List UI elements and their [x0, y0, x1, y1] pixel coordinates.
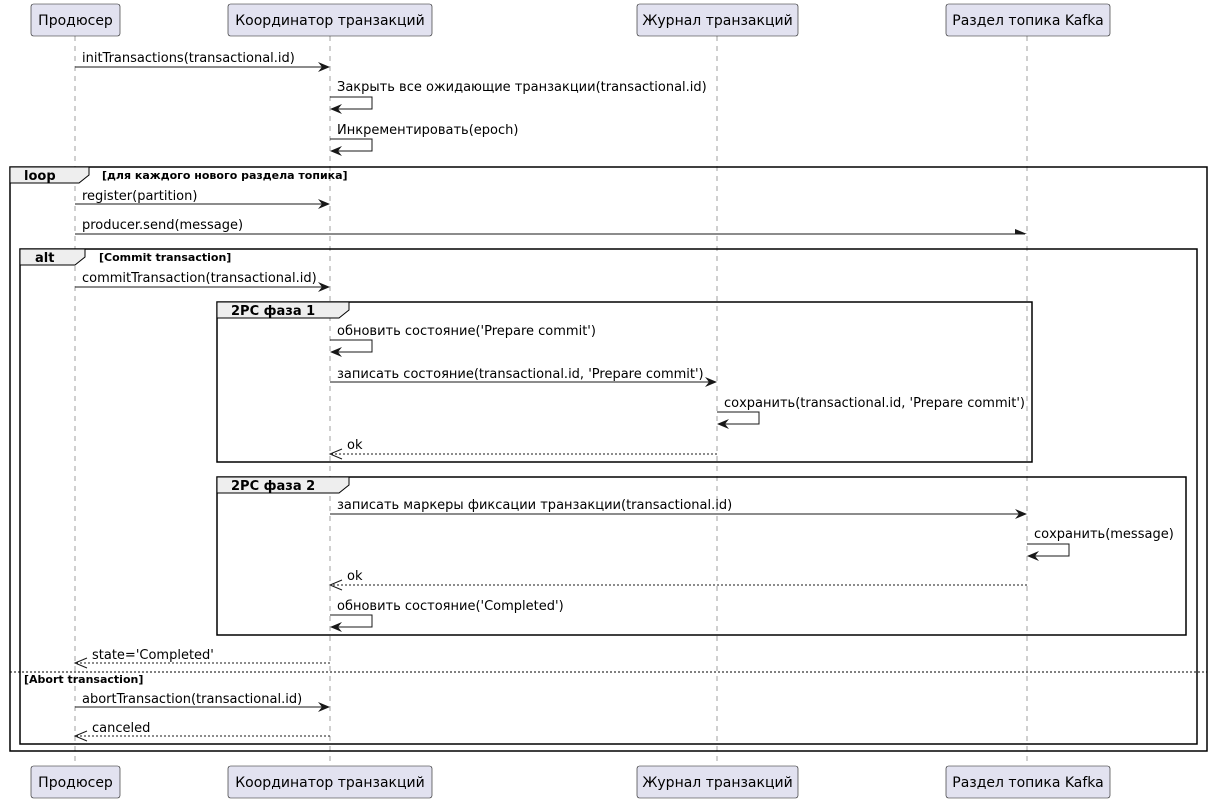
message-partition-save: сохранить(message): [1027, 527, 1174, 561]
participant-log-bottom[interactable]: Журнал транзакций: [636, 765, 799, 799]
message-ok-partition: ok: [328, 569, 1027, 591]
participant-log-top[interactable]: Журнал транзакций: [636, 3, 799, 37]
message-label: initTransactions(transactional.id): [82, 51, 295, 66]
participant-label: Раздел топика Kafka: [952, 13, 1104, 29]
alt-frame: [19, 248, 1198, 745]
loop-guard: [для каждого нового раздела топика]: [102, 169, 348, 182]
async-arrow-head-icon: [1015, 229, 1027, 234]
participant-coordinator-bottom[interactable]: Координатор транзакций: [227, 765, 433, 799]
message-label: state='Completed': [92, 648, 214, 663]
messages: initTransactions(transactional.id) Закры…: [73, 51, 1174, 742]
message-label: abortTransaction(transactional.id): [82, 692, 302, 707]
participant-partition-bottom[interactable]: Раздел топика Kafka: [945, 765, 1111, 799]
message-increment-epoch: Инкрементировать(epoch): [330, 123, 518, 156]
message-canceled: canceled: [73, 721, 330, 742]
alt-else-guard: [Abort transaction]: [24, 673, 143, 686]
participant-partition-top[interactable]: Раздел топика Kafka: [945, 3, 1111, 37]
participant-producer-top[interactable]: Продюсер: [30, 3, 121, 37]
participants-bottom: Продюсер Координатор транзакций Журнал т…: [30, 765, 1111, 799]
participant-label: Журнал транзакций: [642, 775, 792, 791]
message-init-transactions: initTransactions(transactional.id): [75, 51, 330, 72]
participant-label: Продюсер: [38, 13, 113, 29]
message-commit-transaction: commitTransaction(transactional.id): [75, 271, 330, 292]
message-label: ok: [347, 438, 363, 453]
open-arrow-head-icon: [328, 579, 343, 591]
participant-coordinator-top[interactable]: Координатор транзакций: [227, 3, 433, 37]
alt-guard: [Commit transaction]: [99, 251, 231, 264]
message-label: canceled: [92, 721, 150, 736]
message-label: записать состояние(transactional.id, 'Pr…: [337, 367, 704, 382]
participant-producer-bottom[interactable]: Продюсер: [30, 765, 121, 799]
message-update-completed: обновить состояние('Completed'): [330, 599, 564, 632]
message-label: Инкрементировать(epoch): [337, 123, 518, 138]
message-update-prepare: обновить состояние('Prepare commit'): [330, 324, 596, 357]
message-state-completed: state='Completed': [73, 648, 330, 669]
message-ok-log: ok: [328, 438, 717, 460]
participant-label: Координатор транзакций: [235, 13, 425, 29]
participant-label: Продюсер: [38, 775, 113, 791]
message-label: сохранить(message): [1034, 527, 1174, 542]
message-label: register(partition): [82, 189, 197, 204]
message-producer-send: producer.send(message): [75, 218, 1027, 235]
message-label: producer.send(message): [82, 218, 243, 233]
message-label: обновить состояние('Completed'): [337, 599, 564, 614]
message-close-pending: Закрыть все ожидающие транзакции(transac…: [330, 80, 707, 114]
alt-keyword: alt: [35, 251, 54, 266]
participants-top: Продюсер Координатор транзакций Журнал т…: [30, 3, 1111, 37]
message-label: записать маркеры фиксации транзакции(tra…: [337, 498, 732, 513]
sequence-diagram: loop [для каждого нового раздела топика]…: [9, 3, 1208, 799]
message-label: Закрыть все ожидающие транзакции(transac…: [337, 80, 707, 95]
message-label: ok: [347, 569, 363, 584]
participant-label: Координатор транзакций: [235, 775, 425, 791]
message-abort-transaction: abortTransaction(transactional.id): [75, 692, 330, 712]
message-log-save: сохранить(transactional.id, 'Prepare com…: [717, 396, 1025, 429]
phase2-keyword: 2PC фаза 2: [231, 479, 315, 494]
message-label: обновить состояние('Prepare commit'): [337, 324, 596, 339]
loop-keyword: loop: [24, 169, 56, 184]
participant-label: Журнал транзакций: [642, 13, 792, 29]
participant-label: Раздел топика Kafka: [952, 775, 1104, 791]
message-register: register(partition): [75, 189, 330, 209]
message-label: сохранить(transactional.id, 'Prepare com…: [724, 396, 1025, 411]
message-label: commitTransaction(transactional.id): [82, 271, 317, 286]
phase1-keyword: 2PC фаза 1: [231, 304, 315, 319]
message-write-state: записать состояние(transactional.id, 'Pr…: [330, 367, 717, 387]
message-write-markers: записать маркеры фиксации транзакции(tra…: [330, 498, 1027, 519]
